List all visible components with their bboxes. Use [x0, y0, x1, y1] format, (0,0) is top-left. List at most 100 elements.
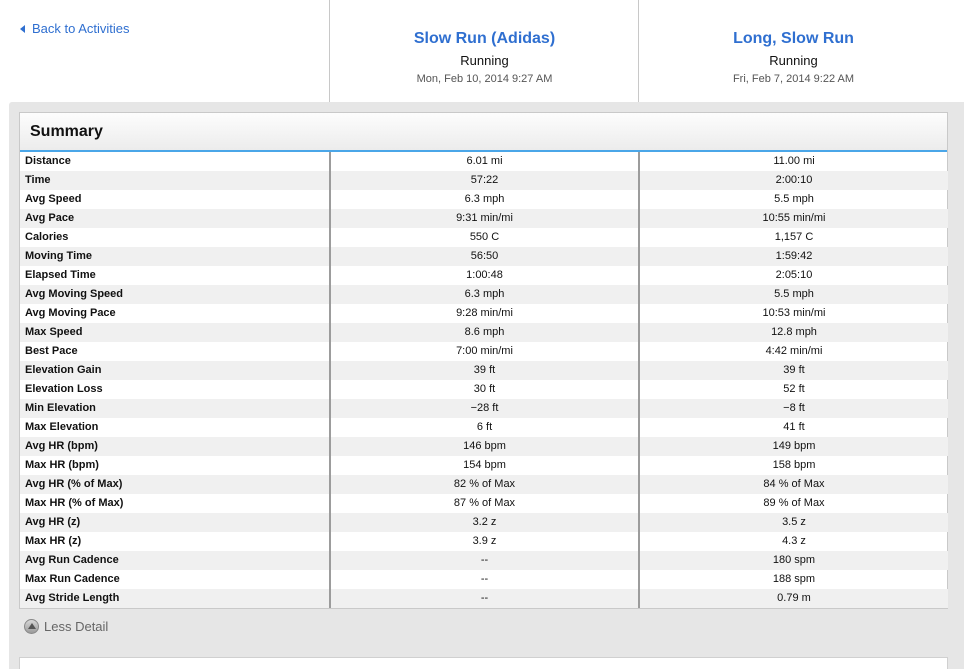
- activity-2-value: 4:42 min/mi: [638, 342, 948, 361]
- summary-panel: Summary Distance 6.01 mi 11.00 mi Time 57:22…: [19, 112, 948, 609]
- activity-2-value: 149 bpm: [638, 437, 948, 456]
- activity-1-value: 154 bpm: [329, 456, 639, 475]
- row-label: Avg HR (% of Max): [20, 475, 330, 494]
- table-row: Avg HR (z) 3.2 z 3.5 z: [20, 513, 948, 532]
- row-label: Avg HR (z): [20, 513, 330, 532]
- activity-2-value: 4.3 z: [638, 532, 948, 551]
- row-label: Elevation Loss: [25, 383, 103, 395]
- table-row: Elapsed Time 1:00:48 2:05:10: [20, 266, 948, 285]
- activity-1-value: 6.3 mph: [329, 190, 639, 209]
- summary-table: Distance 6.01 mi 11.00 mi Time 57:22 2:00:10 A…: [20, 152, 948, 608]
- activity-2-value: 2:00:10: [638, 171, 948, 190]
- summary-panel-header: Summary: [20, 113, 947, 152]
- activity-type: Running: [769, 53, 818, 68]
- activity-1-value: 146 bpm: [329, 437, 639, 456]
- activity-1-value: 550 C: [329, 228, 639, 247]
- activity-2-value: 10:55 min/mi: [638, 209, 948, 228]
- activity-2-value: 12.8 mph: [638, 323, 948, 342]
- less-detail-button[interactable]: Less Detail: [24, 619, 108, 634]
- back-triangle-icon: [20, 24, 25, 33]
- table-row: Max Speed 8.6 mph 12.8 mph: [20, 323, 948, 342]
- summary-title: Summary: [30, 122, 103, 140]
- row-label: Max Run Cadence: [25, 573, 120, 585]
- table-row: Best Pace 7:00 min/mi 4:42 min/mi: [20, 342, 948, 361]
- table-row: Avg Stride Length -- 0.79 m: [20, 589, 948, 608]
- table-row: Time 57:22 2:00:10: [20, 171, 948, 190]
- page: Back to Activities Slow Run (Adidas) Run…: [0, 0, 964, 669]
- content-container: Summary Distance 6.01 mi 11.00 mi Time 57:22…: [9, 102, 964, 669]
- activity-2-value: 10:53 min/mi: [638, 304, 948, 323]
- less-detail-label: Less Detail: [44, 619, 109, 634]
- activity-1-value: 6.01 mi: [329, 152, 639, 171]
- activity-2-value: 2:05:10: [638, 266, 948, 285]
- activity-1-value: 6 ft: [329, 418, 639, 437]
- table-row: Max HR (% of Max) 87 % of Max 89 % of Max: [20, 494, 948, 513]
- activity-1-value: 3.9 z: [329, 532, 639, 551]
- next-panel: [19, 657, 948, 669]
- activity-1-value: --: [329, 551, 639, 570]
- activity-2-value: 1:59:42: [638, 247, 948, 266]
- activity-1-value: −28 ft: [329, 399, 639, 418]
- activity-1-value: 3.2 z: [329, 513, 639, 532]
- row-label: Moving Time: [20, 247, 330, 266]
- activity-2-value: 5.5 mph: [638, 190, 948, 209]
- activity-1-value: 39 ft: [329, 361, 639, 380]
- activity-2-value: 0.79 m: [638, 589, 948, 608]
- activity-1-value: 8.6 mph: [329, 323, 639, 342]
- row-label: Avg Moving Pace: [25, 307, 116, 319]
- table-row: Calories 550 C 1,157 C: [20, 228, 948, 247]
- activity-title-link[interactable]: Slow Run (Adidas): [330, 30, 639, 48]
- activity-1-value: 9:28 min/mi: [329, 304, 639, 323]
- activity-1-value: --: [329, 589, 639, 608]
- activity-date: Mon, Feb 10, 2014 9:27 AM: [416, 73, 553, 85]
- activity-1-value: --: [329, 570, 639, 589]
- activity-2-value: 89 % of Max: [638, 494, 948, 513]
- table-row: Avg Moving Speed 6.3 mph 5.5 mph: [20, 285, 948, 304]
- table-row: Elevation Loss 30 ft 52 ft: [20, 380, 948, 399]
- row-label: Min Elevation: [20, 399, 330, 418]
- table-row: Moving Time 56:50 1:59:42: [20, 247, 948, 266]
- activity-2-value: 1,157 C: [638, 228, 948, 247]
- activity-1-value: 87 % of Max: [329, 494, 639, 513]
- row-label: Best Pace: [25, 345, 78, 357]
- row-label: Max HR (z): [25, 535, 82, 547]
- table-row: Max Run Cadence -- 188 spm: [20, 570, 948, 589]
- row-label: Avg Speed: [25, 193, 82, 205]
- table-row: Avg HR (bpm) 146 bpm 149 bpm: [20, 437, 948, 456]
- row-label: Avg HR (bpm): [20, 437, 330, 456]
- table-row: Avg HR (% of Max) 82 % of Max 84 % of Max: [20, 475, 948, 494]
- activity-1-value: 6.3 mph: [329, 285, 639, 304]
- activity-1-value: 7:00 min/mi: [329, 342, 639, 361]
- activity-2-value: 11.00 mi: [638, 152, 948, 171]
- table-row: Elevation Gain 39 ft 39 ft: [20, 361, 948, 380]
- activity-2-value: 84 % of Max: [638, 475, 948, 494]
- activity-2-value: 5.5 mph: [638, 285, 948, 304]
- row-label: Max Elevation: [25, 421, 99, 433]
- row-label: Elapsed Time: [25, 269, 96, 281]
- row-label: Calories: [25, 231, 69, 243]
- table-row: Max HR (z) 3.9 z 4.3 z: [20, 532, 948, 551]
- row-label: Avg Stride Length: [20, 589, 330, 608]
- row-label: Avg Pace: [20, 209, 330, 228]
- table-row: Max Elevation 6 ft 41 ft: [20, 418, 948, 437]
- activity-1-value: 30 ft: [329, 380, 639, 399]
- row-label: Distance: [25, 155, 71, 167]
- row-label: Max Speed: [20, 323, 330, 342]
- back-link-label: Back to Activities: [32, 21, 130, 36]
- activity-2-value: 188 spm: [638, 570, 948, 589]
- activity-2-value: 39 ft: [638, 361, 948, 380]
- back-to-activities-link[interactable]: Back to Activities: [20, 21, 130, 36]
- activity-title-link[interactable]: Long, Slow Run: [639, 30, 948, 48]
- activity-2-value: −8 ft: [638, 399, 948, 418]
- row-label: Time: [20, 171, 330, 190]
- row-label: Avg Moving Speed: [20, 285, 330, 304]
- row-label: Avg Run Cadence: [20, 551, 330, 570]
- activity-1-value: 1:00:48: [329, 266, 639, 285]
- activity-2-value: 52 ft: [638, 380, 948, 399]
- row-label: Elevation Gain: [20, 361, 330, 380]
- activity-2-value: 158 bpm: [638, 456, 948, 475]
- collapse-up-icon: [24, 619, 39, 634]
- table-row: Distance 6.01 mi 11.00 mi: [20, 152, 948, 171]
- activity-header-1: Slow Run (Adidas) Running Mon, Feb 10, 2…: [329, 0, 639, 102]
- activity-2-value: 41 ft: [638, 418, 948, 437]
